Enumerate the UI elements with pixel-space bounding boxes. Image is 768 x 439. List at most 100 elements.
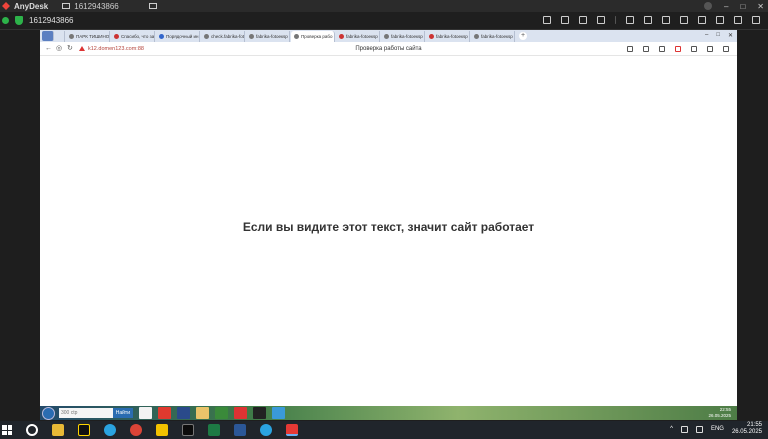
extension-icon[interactable] xyxy=(675,45,681,52)
anydesk-icon[interactable] xyxy=(234,407,247,419)
browser-tab-9[interactable]: fabrika-fotoeкsp xyxy=(471,31,515,42)
telegram-icon-2[interactable] xyxy=(260,424,272,436)
tab-favicon-icon xyxy=(474,34,479,39)
more-icon[interactable] xyxy=(752,16,760,24)
tab-label: fabrika-fotoeкsp xyxy=(481,34,513,39)
local-time: 21:55 xyxy=(746,422,762,428)
local-date: 26.05.2025 xyxy=(731,429,762,435)
browser-maximize-button[interactable]: □ xyxy=(716,32,720,39)
maximize-button[interactable]: □ xyxy=(740,2,745,11)
browser-tab-7[interactable]: fabrika-fotoeкsp xyxy=(381,31,425,42)
folder-icon[interactable] xyxy=(196,407,209,419)
app-icon[interactable] xyxy=(139,407,152,419)
terminal-icon[interactable] xyxy=(253,407,266,419)
sticky-icon[interactable] xyxy=(156,424,168,436)
bookmark-icon[interactable] xyxy=(627,45,633,52)
local-clock[interactable]: 21:55 26.05.2025 xyxy=(732,422,762,436)
anydesk-icon[interactable] xyxy=(286,424,298,436)
chat-icon[interactable] xyxy=(543,16,551,24)
browser-tab-6[interactable]: fabrika-fotoeкsp xyxy=(336,31,380,42)
tab-favicon-icon xyxy=(429,34,434,39)
screenshot-icon[interactable] xyxy=(698,16,706,24)
download-icon[interactable] xyxy=(704,2,712,10)
anydesk-tab-id: 1612943866 xyxy=(74,1,119,11)
new-tab-button[interactable]: + xyxy=(519,32,527,40)
new-session-icon[interactable] xyxy=(148,3,157,9)
search-input[interactable]: 300 ctp xyxy=(61,410,77,416)
terminal-icon[interactable] xyxy=(182,424,194,436)
browser-tab-2[interactable]: Порядочный ин xyxy=(156,31,200,42)
browser-minimize-button[interactable]: – xyxy=(705,32,708,39)
anydesk-app-name: AnyDesk xyxy=(14,1,49,11)
volume-icon[interactable] xyxy=(695,425,703,433)
minimize-button[interactable]: – xyxy=(724,2,728,11)
chrome-icon[interactable] xyxy=(130,424,142,436)
file-transfer-icon[interactable] xyxy=(579,16,587,24)
windows-start-icon[interactable] xyxy=(2,425,12,435)
tab-label: fabrika-fotoeкsp xyxy=(346,34,378,39)
excel-icon[interactable] xyxy=(208,424,220,436)
excel-icon[interactable] xyxy=(215,407,228,419)
tab-favicon-icon xyxy=(159,34,164,39)
remote-clock[interactable]: 22:55 26.05.2025 xyxy=(708,407,731,419)
tab-search-icon[interactable] xyxy=(42,31,54,41)
remote-search-box[interactable]: 300 ctp Найти xyxy=(59,408,133,418)
tab-label: check.fabrika-fot xyxy=(211,34,245,39)
tab-favicon-icon xyxy=(204,34,209,39)
remote-start-button[interactable] xyxy=(42,406,55,420)
yandex-icon[interactable] xyxy=(158,407,171,419)
network-icon[interactable] xyxy=(680,425,688,433)
tab-grey[interactable] xyxy=(55,31,65,42)
monitor-icon[interactable] xyxy=(644,16,652,24)
shield-icon[interactable] xyxy=(15,16,23,25)
menu-icon[interactable] xyxy=(643,45,649,52)
settings-icon[interactable] xyxy=(691,45,697,52)
browser-tab-8[interactable]: fabrika-fotoeкsp xyxy=(426,31,470,42)
settings-icon[interactable] xyxy=(734,16,742,24)
language-indicator[interactable]: ENG xyxy=(711,426,724,432)
app-icon[interactable] xyxy=(78,424,90,436)
display-icon[interactable] xyxy=(662,16,670,24)
anydesk-logo-icon xyxy=(2,2,10,10)
browser-tab-4[interactable]: fabrika-fotoeкsp xyxy=(246,31,290,42)
timer-icon[interactable] xyxy=(561,16,569,24)
tab-favicon-icon xyxy=(339,34,344,39)
keyboard-icon[interactable] xyxy=(716,16,724,24)
browser-tab-5-active[interactable]: Проверка рабо xyxy=(291,31,335,42)
tab-label: fabrika-fotoeкsp xyxy=(436,34,468,39)
search-button[interactable]: Найти xyxy=(112,408,133,418)
star-icon[interactable] xyxy=(597,16,605,24)
telegram-icon[interactable] xyxy=(104,424,116,436)
ie-icon[interactable] xyxy=(272,407,285,419)
anydesk-toolbar: 1612943866 xyxy=(0,12,768,30)
browser-close-button[interactable]: ✕ xyxy=(728,32,733,39)
pen-icon[interactable] xyxy=(659,45,665,52)
word-icon[interactable] xyxy=(234,424,246,436)
lightning-icon[interactable] xyxy=(680,16,688,24)
clipboard-icon[interactable] xyxy=(626,16,634,24)
tab-label: ПАРК ТИШИНО xyxy=(76,34,110,39)
anydesk-titlebar: AnyDesk 1612943866 – □ ✕ xyxy=(0,0,768,12)
share-icon[interactable] xyxy=(723,45,729,52)
page-heading: Если вы видите этот текст, значит сайт р… xyxy=(242,220,535,234)
tab-label: Порядочный ин xyxy=(166,34,199,39)
chevron-up-icon[interactable]: ^ xyxy=(670,426,673,432)
tab-favicon-icon xyxy=(384,34,389,39)
page-content: Если вы видите этот текст, значит сайт р… xyxy=(40,56,737,420)
tab-label: Спасибо, что за xyxy=(121,34,155,39)
search-icon[interactable] xyxy=(26,424,38,436)
tab-favicon-icon xyxy=(294,34,299,39)
file-explorer-icon[interactable] xyxy=(52,424,64,436)
browser-tab-3[interactable]: check.fabrika-fot xyxy=(201,31,245,42)
photoshop-icon[interactable] xyxy=(177,407,190,419)
browser-tab-0[interactable]: ПАРК ТИШИНО xyxy=(66,31,110,42)
tab-label: fabrika-fotoeкsp xyxy=(391,34,423,39)
browser-tab-1[interactable]: Спасибо, что за xyxy=(111,31,155,42)
browser-addressbar: ← ◎ ↻ k12.domen123.com:88 Проверка работ… xyxy=(40,42,737,56)
anydesk-session-tab[interactable]: 1612943866 xyxy=(62,2,119,11)
tab-favicon-icon xyxy=(69,34,74,39)
close-button[interactable]: ✕ xyxy=(757,2,764,11)
monitor-icon xyxy=(62,3,71,9)
download-icon[interactable] xyxy=(707,45,713,52)
browser-tabstrip: ПАРК ТИШИНО Спасибо, что за Порядочный и… xyxy=(40,30,737,42)
